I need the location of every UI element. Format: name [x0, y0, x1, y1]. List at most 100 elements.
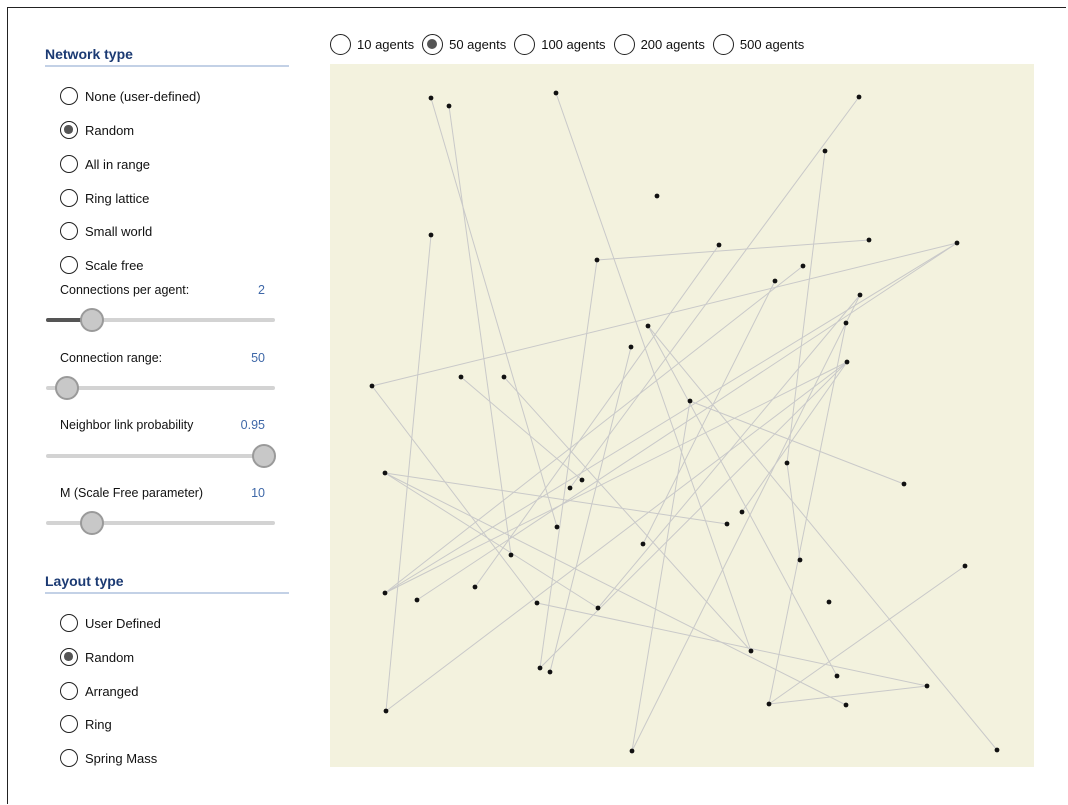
network-node[interactable]	[428, 232, 434, 238]
network-canvas[interactable]	[330, 64, 1034, 767]
network-node[interactable]	[414, 597, 420, 603]
layout-option-arranged[interactable]: Arranged	[60, 679, 138, 703]
network-link	[460, 376, 583, 481]
network-node[interactable]	[472, 584, 478, 590]
agent-count-500[interactable]: 500 agents	[712, 34, 804, 55]
network-option-ring-lattice[interactable]: Ring lattice	[60, 186, 149, 210]
network-node[interactable]	[382, 470, 388, 476]
network-node[interactable]	[567, 485, 573, 491]
network-node[interactable]	[954, 240, 960, 246]
network-node[interactable]	[537, 665, 543, 671]
network-node[interactable]	[901, 481, 907, 487]
network-node[interactable]	[994, 747, 1000, 753]
network-node[interactable]	[534, 600, 540, 606]
network-node[interactable]	[595, 605, 601, 611]
network-link	[631, 400, 691, 752]
agent-count-label: 50 agents	[449, 37, 507, 52]
scale-free-m-slider[interactable]	[46, 511, 275, 535]
network-link	[430, 97, 558, 528]
network-node[interactable]	[654, 193, 660, 199]
network-option-random[interactable]: Random	[60, 118, 134, 142]
network-node[interactable]	[501, 374, 507, 380]
network-link	[385, 234, 432, 712]
network-node[interactable]	[687, 398, 693, 404]
radio-icon	[60, 682, 78, 700]
network-node[interactable]	[553, 90, 559, 96]
network-node[interactable]	[629, 748, 635, 754]
radio-icon	[60, 222, 78, 240]
network-node[interactable]	[924, 683, 930, 689]
network-node[interactable]	[628, 344, 634, 350]
layout-type-heading: Layout type	[45, 573, 289, 594]
slider-thumb[interactable]	[79, 308, 104, 332]
network-node[interactable]	[369, 383, 375, 389]
network-node[interactable]	[382, 590, 388, 596]
connection-range-slider[interactable]	[46, 376, 275, 400]
neighbor-link-probability-slider[interactable]	[46, 444, 276, 468]
network-node[interactable]	[724, 521, 730, 527]
layout-option-user-defined[interactable]: User Defined	[60, 611, 161, 635]
network-node[interactable]	[428, 95, 434, 101]
network-option-none[interactable]: None (user-defined)	[60, 84, 201, 108]
agent-count-10[interactable]: 10 agents	[330, 34, 414, 55]
layout-option-label: Random	[85, 649, 135, 665]
network-node[interactable]	[844, 359, 850, 365]
network-link	[596, 239, 870, 261]
network-node[interactable]	[834, 673, 840, 679]
network-link	[384, 361, 848, 594]
network-option-small-world[interactable]: Small world	[60, 219, 152, 243]
agent-count-label: 200 agents	[640, 37, 705, 52]
network-node[interactable]	[800, 263, 806, 269]
network-node[interactable]	[739, 509, 745, 515]
slider-thumb[interactable]	[79, 511, 104, 535]
network-node[interactable]	[594, 257, 600, 263]
agent-count-50[interactable]: 50 agents	[422, 34, 506, 55]
network-node[interactable]	[508, 552, 514, 558]
network-link	[536, 602, 928, 687]
network-node[interactable]	[640, 541, 646, 547]
network-node[interactable]	[383, 708, 389, 714]
network-node[interactable]	[843, 320, 849, 326]
agent-count-200[interactable]: 200 agents	[613, 34, 705, 55]
network-link	[647, 325, 998, 751]
network-node[interactable]	[856, 94, 862, 100]
network-node[interactable]	[784, 460, 790, 466]
network-node[interactable]	[962, 563, 968, 569]
network-option-scale-free[interactable]: Scale free	[60, 253, 144, 277]
network-node[interactable]	[748, 648, 754, 654]
connection-range-value: 50	[251, 351, 265, 365]
layout-option-ring[interactable]: Ring	[60, 712, 112, 736]
network-node[interactable]	[579, 477, 585, 483]
layout-option-random[interactable]: Random	[60, 645, 134, 669]
network-node[interactable]	[826, 599, 832, 605]
network-link	[569, 96, 860, 489]
network-node[interactable]	[857, 292, 863, 298]
network-node[interactable]	[458, 374, 464, 380]
network-node[interactable]	[766, 701, 772, 707]
layout-option-spring-mass[interactable]: Spring Mass	[60, 746, 157, 770]
agent-count-100[interactable]: 100 agents	[514, 34, 606, 55]
slider-thumb[interactable]	[54, 376, 79, 400]
network-node[interactable]	[772, 278, 778, 284]
network-node[interactable]	[866, 237, 872, 243]
slider-thumb[interactable]	[251, 444, 276, 468]
network-option-label: None (user-defined)	[85, 88, 201, 104]
network-node[interactable]	[822, 148, 828, 154]
network-link	[371, 385, 538, 604]
neighbor-link-probability-value: 0.95	[240, 418, 265, 432]
radio-icon	[60, 155, 78, 173]
network-link	[384, 265, 804, 594]
network-link	[647, 325, 838, 677]
network-node[interactable]	[547, 669, 553, 675]
network-node[interactable]	[716, 242, 722, 248]
network-link	[371, 242, 958, 387]
radio-icon	[60, 189, 78, 207]
network-node[interactable]	[554, 524, 560, 530]
network-type-heading: Network type	[45, 46, 289, 67]
network-node[interactable]	[797, 557, 803, 563]
network-node[interactable]	[645, 323, 651, 329]
network-node[interactable]	[446, 103, 452, 109]
connections-per-agent-slider[interactable]	[46, 308, 275, 332]
network-node[interactable]	[843, 702, 849, 708]
network-option-all-in-range[interactable]: All in range	[60, 152, 150, 176]
